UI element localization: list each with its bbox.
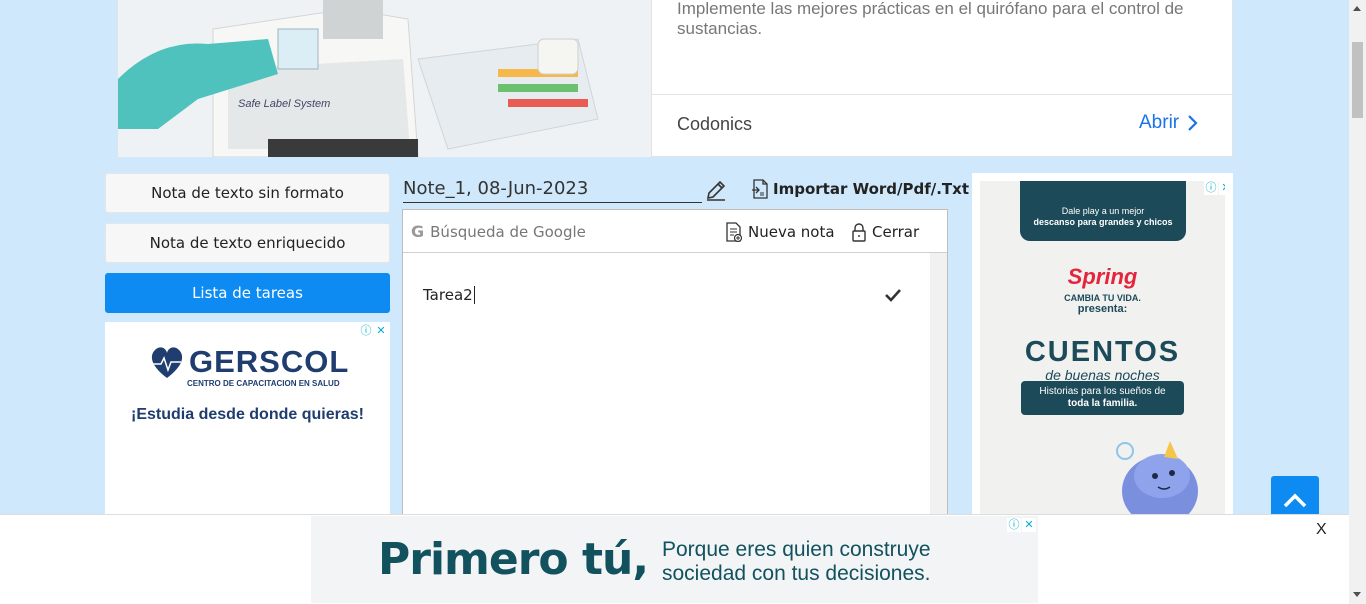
close-label: Cerrar bbox=[872, 223, 920, 241]
google-search[interactable]: G Búsqueda de Google bbox=[411, 222, 586, 241]
lock-icon bbox=[852, 223, 866, 242]
bottom-ad-choices[interactable]: ⓘ ✕ bbox=[1007, 518, 1036, 532]
top-ad-image-label: Safe Label System bbox=[238, 98, 330, 110]
top-ad-brand: Codonics bbox=[677, 114, 753, 134]
right-ad-banner: Dale play a un mejor descanso para grand… bbox=[980, 181, 1225, 526]
import-label: Importar Word/Pdf/.Txt bbox=[773, 180, 970, 198]
menu-task-list[interactable]: Lista de tareas bbox=[105, 273, 390, 313]
scroll-down-arrow-icon[interactable] bbox=[1353, 592, 1361, 597]
right-ad-top-line1: Dale play a un mejor bbox=[1061, 206, 1145, 216]
info-icon[interactable]: ⓘ bbox=[1007, 518, 1021, 532]
historias-box: Historias para los sueños de toda la fam… bbox=[1021, 381, 1184, 415]
close-button[interactable]: Cerrar bbox=[851, 222, 919, 242]
task-editor: G Búsqueda de Google Nueva nota Cerrar T… bbox=[402, 209, 948, 530]
import-button[interactable]: Importar Word/Pdf/.Txt bbox=[751, 179, 969, 199]
ad-choices[interactable]: ⓘ ✕ bbox=[359, 324, 388, 338]
info-icon[interactable]: ⓘ bbox=[359, 324, 373, 338]
scrollbar-thumb[interactable] bbox=[1352, 42, 1363, 118]
right-ad-top-line2: descanso para grandes y chicos bbox=[1033, 217, 1173, 227]
page-scrollbar[interactable] bbox=[1349, 0, 1366, 604]
note-title-input[interactable]: Note_1, 08-Jun-2023 bbox=[403, 178, 702, 203]
menu-rich-text-note[interactable]: Nota de texto enriquecido bbox=[105, 223, 390, 263]
historias-line2: toda la familia. bbox=[1067, 398, 1138, 409]
close-icon[interactable]: ✕ bbox=[1219, 181, 1225, 195]
google-search-placeholder: Búsqueda de Google bbox=[430, 222, 586, 241]
spring-sub-line2: presenta: bbox=[1077, 303, 1128, 315]
pencil-icon[interactable] bbox=[704, 178, 728, 202]
new-note-label: Nueva nota bbox=[748, 223, 835, 241]
right-ad-choices[interactable]: ⓘ ✕ bbox=[1204, 181, 1225, 195]
document-import-icon bbox=[752, 179, 768, 199]
scroll-up-arrow-icon[interactable] bbox=[1353, 6, 1361, 11]
top-ad-card[interactable]: Safe Label System Implemente las mejores… bbox=[117, 0, 1234, 157]
google-icon: G bbox=[411, 222, 425, 241]
gerscol-logo: GERSCOL bbox=[147, 344, 349, 380]
menu-plain-text-note[interactable]: Nota de texto sin formato bbox=[105, 173, 390, 213]
top-ad-image: Safe Label System bbox=[118, 0, 652, 157]
divider bbox=[652, 94, 1234, 95]
close-icon[interactable]: ✕ bbox=[374, 324, 388, 338]
heart-icon bbox=[151, 347, 183, 378]
checkmark-icon[interactable] bbox=[883, 285, 903, 305]
editor-scrollbar[interactable] bbox=[930, 253, 947, 530]
top-ad-open-label: Abrir bbox=[1139, 112, 1180, 133]
close-icon[interactable]: ✕ bbox=[1022, 518, 1036, 532]
spring-subtitle: CAMBIA TU VIDA. presenta: bbox=[980, 293, 1225, 315]
bottom-ad-headline: Primero tú, bbox=[378, 534, 649, 585]
bottom-ad-text: Porque eres quien construye sociedad con… bbox=[662, 538, 931, 586]
historias-line1: Historias para los sueños de bbox=[1039, 386, 1166, 397]
bottom-ad-line2: sociedad con tus decisiones. bbox=[662, 562, 931, 585]
chevron-right-icon bbox=[1188, 115, 1198, 131]
top-ad-description: Implemente las mejores prácticas en el q… bbox=[677, 0, 1184, 38]
spring-logo: Spring bbox=[1067, 264, 1138, 289]
cuentos-headline: CUENTOS bbox=[1024, 336, 1181, 368]
left-ad[interactable]: ⓘ ✕ GERSCOL CENTRO DE CAPACITACION EN SA… bbox=[105, 322, 390, 522]
task-item[interactable]: Tarea2 bbox=[423, 283, 903, 307]
gerscol-subtitle: CENTRO DE CAPACITACION EN SALUD bbox=[187, 379, 340, 388]
info-icon[interactable]: ⓘ bbox=[1204, 181, 1218, 195]
unicorn-illustration bbox=[1116, 441, 1198, 526]
top-ad-open-button[interactable]: Abrir bbox=[1139, 112, 1199, 134]
new-note-button[interactable]: Nueva nota bbox=[725, 222, 835, 242]
bottom-ad-close-button[interactable]: X bbox=[1316, 521, 1327, 539]
task-text[interactable]: Tarea2 bbox=[423, 286, 475, 304]
bottom-ad[interactable]: Primero tú, Porque eres quien construye … bbox=[311, 516, 1038, 603]
new-note-icon bbox=[726, 222, 743, 242]
editor-toolbar: G Búsqueda de Google Nueva nota Cerrar bbox=[403, 210, 947, 253]
right-ad[interactable]: Dale play a un mejor descanso para grand… bbox=[972, 173, 1233, 526]
gerscol-name: GERSCOL bbox=[189, 344, 350, 379]
right-ad-top-banner: Dale play a un mejor descanso para grand… bbox=[1020, 181, 1186, 241]
bottom-ad-bar: Primero tú, Porque eres quien construye … bbox=[0, 514, 1349, 604]
task-list[interactable]: Tarea2 bbox=[403, 253, 947, 530]
bottom-ad-line1: Porque eres quien construye bbox=[662, 538, 931, 561]
gerscol-tagline: ¡Estudia desde donde quieras! bbox=[131, 406, 364, 423]
